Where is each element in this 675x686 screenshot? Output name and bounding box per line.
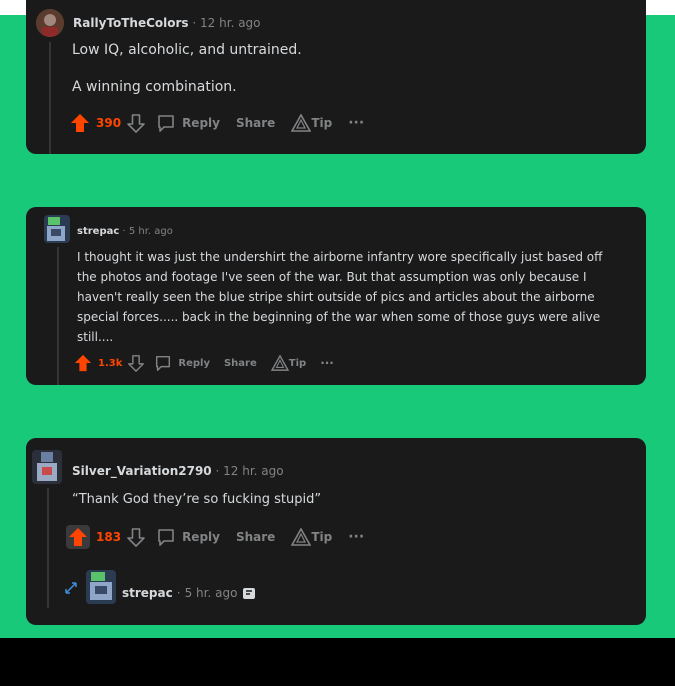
- tip-label: Tip: [311, 530, 333, 544]
- vote-count: 1.3k: [98, 357, 123, 369]
- bottom-bar: [0, 638, 675, 686]
- username[interactable]: RallyToTheColors: [73, 16, 189, 30]
- downvote-icon[interactable]: [127, 354, 145, 372]
- thread-line[interactable]: [49, 42, 51, 154]
- tip-button[interactable]: Tip: [291, 114, 332, 132]
- timestamp[interactable]: 12 hr. ago: [200, 16, 260, 30]
- user-avatar[interactable]: [32, 450, 62, 484]
- comment-actions: 1.3k Reply Share Tip ···: [74, 353, 334, 373]
- user-avatar[interactable]: [44, 215, 70, 243]
- comment-bubble-icon: [156, 113, 176, 133]
- reply-button[interactable]: Reply: [154, 354, 210, 372]
- share-button[interactable]: Share: [224, 358, 257, 369]
- comment-card-2: strepac · 5 hr. ago I thought it was jus…: [26, 207, 646, 385]
- comment-body-line: A winning combination.: [72, 79, 237, 95]
- user-avatar[interactable]: [86, 570, 116, 604]
- reply-button[interactable]: Reply: [156, 527, 220, 547]
- comment-actions: 390 Reply Share Tip ···: [70, 112, 364, 134]
- more-options-icon[interactable]: ···: [348, 115, 364, 131]
- share-button[interactable]: Share: [236, 116, 275, 130]
- award-badge-icon: [241, 585, 257, 601]
- comment-meta: RallyToTheColors · 12 hr. ago: [73, 16, 261, 30]
- downvote-icon[interactable]: [126, 113, 146, 133]
- tip-triangle-icon: [270, 355, 289, 371]
- vote-count: 183: [96, 530, 122, 544]
- user-avatar[interactable]: [36, 9, 64, 37]
- separator: ·: [176, 586, 181, 600]
- tip-triangle-icon: [291, 528, 312, 546]
- reply-label: Reply: [178, 357, 210, 369]
- thread-line[interactable]: [47, 488, 49, 608]
- comment-actions: 183 Reply Share Tip ···: [66, 525, 364, 549]
- more-options-icon[interactable]: ···: [320, 356, 334, 370]
- comment-card-3: Silver_Variation2790 · 12 hr. ago “Thank…: [26, 438, 646, 625]
- comment-card-1: RallyToTheColors · 12 hr. ago Low IQ, al…: [26, 0, 646, 154]
- reply-button[interactable]: Reply: [156, 113, 220, 133]
- tip-button[interactable]: Tip: [270, 355, 307, 371]
- tip-label: Tip: [311, 116, 333, 130]
- collapsed-reply-meta: strepac · 5 hr. ago: [122, 585, 257, 601]
- comment-bubble-icon: [156, 527, 176, 547]
- comment-body: “Thank God they’re so fucking stupid”: [72, 492, 322, 507]
- reply-label: Reply: [182, 116, 220, 130]
- separator: ·: [122, 226, 126, 237]
- comment-body-line: Low IQ, alcoholic, and untrained.: [72, 42, 302, 58]
- tip-button[interactable]: Tip: [291, 528, 332, 546]
- tip-triangle-icon: [291, 114, 312, 132]
- upvote-icon: [68, 527, 88, 547]
- comment-meta: strepac · 5 hr. ago: [77, 226, 173, 237]
- timestamp[interactable]: 12 hr. ago: [223, 464, 283, 478]
- tip-label: Tip: [288, 357, 307, 369]
- expand-icon[interactable]: [64, 581, 78, 595]
- comment-bubble-icon: [154, 354, 172, 372]
- timestamp[interactable]: 5 hr. ago: [129, 226, 173, 237]
- reply-label: Reply: [182, 530, 220, 544]
- vote-count: 390: [96, 116, 122, 130]
- upvote-icon[interactable]: [74, 354, 92, 372]
- share-button[interactable]: Share: [236, 530, 275, 544]
- comment-meta: Silver_Variation2790 · 12 hr. ago: [72, 464, 284, 478]
- separator: ·: [215, 464, 220, 478]
- thread-line[interactable]: [57, 247, 59, 385]
- upvote-icon[interactable]: [70, 113, 90, 133]
- upvote-button[interactable]: [66, 525, 90, 549]
- username[interactable]: strepac: [122, 586, 173, 600]
- username[interactable]: Silver_Variation2790: [72, 464, 212, 478]
- separator: ·: [192, 16, 197, 30]
- username[interactable]: strepac: [77, 226, 119, 237]
- timestamp[interactable]: 5 hr. ago: [185, 586, 238, 600]
- downvote-icon[interactable]: [126, 527, 146, 547]
- more-options-icon[interactable]: ···: [348, 529, 364, 545]
- comment-body: I thought it was just the undershirt the…: [77, 250, 603, 344]
